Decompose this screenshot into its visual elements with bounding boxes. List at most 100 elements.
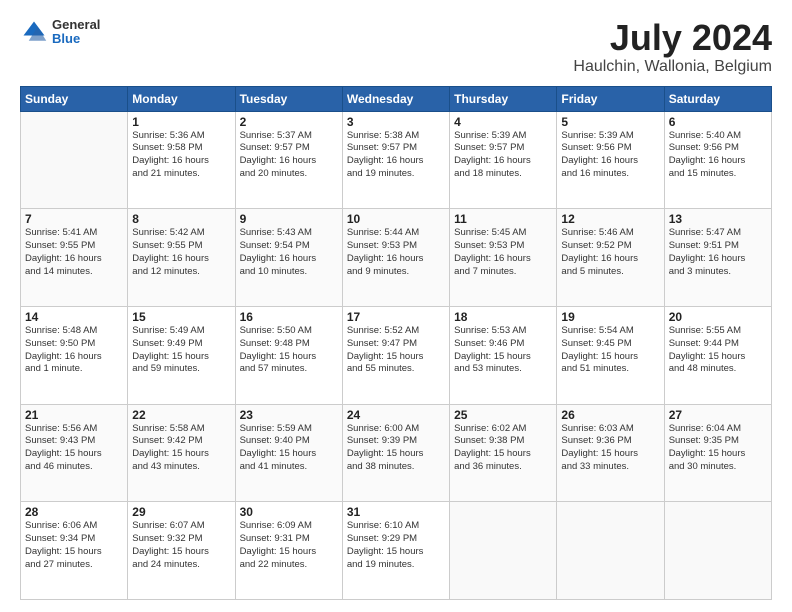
day-info: Sunrise: 6:10 AM Sunset: 9:29 PM Dayligh… <box>347 520 445 571</box>
logo: General Blue <box>20 18 100 47</box>
calendar-cell: 13Sunrise: 5:47 AM Sunset: 9:51 PM Dayli… <box>664 209 771 307</box>
logo-general: General <box>52 18 100 32</box>
day-info: Sunrise: 5:45 AM Sunset: 9:53 PM Dayligh… <box>454 227 552 278</box>
day-info: Sunrise: 5:43 AM Sunset: 9:54 PM Dayligh… <box>240 227 338 278</box>
subtitle: Haulchin, Wallonia, Belgium <box>573 58 772 76</box>
day-number: 18 <box>454 310 552 324</box>
day-number: 31 <box>347 505 445 519</box>
day-info: Sunrise: 5:47 AM Sunset: 9:51 PM Dayligh… <box>669 227 767 278</box>
logo-text: General Blue <box>52 18 100 47</box>
day-number: 12 <box>561 212 659 226</box>
day-number: 24 <box>347 408 445 422</box>
day-info: Sunrise: 6:06 AM Sunset: 9:34 PM Dayligh… <box>25 520 123 571</box>
day-number: 5 <box>561 115 659 129</box>
day-number: 9 <box>240 212 338 226</box>
calendar-cell: 25Sunrise: 6:02 AM Sunset: 9:38 PM Dayli… <box>450 404 557 502</box>
col-header-friday: Friday <box>557 86 664 111</box>
col-header-saturday: Saturday <box>664 86 771 111</box>
calendar-header-row: SundayMondayTuesdayWednesdayThursdayFrid… <box>21 86 772 111</box>
calendar-cell: 18Sunrise: 5:53 AM Sunset: 9:46 PM Dayli… <box>450 306 557 404</box>
calendar-cell: 31Sunrise: 6:10 AM Sunset: 9:29 PM Dayli… <box>342 502 449 600</box>
day-info: Sunrise: 6:09 AM Sunset: 9:31 PM Dayligh… <box>240 520 338 571</box>
day-number: 27 <box>669 408 767 422</box>
day-number: 10 <box>347 212 445 226</box>
day-number: 11 <box>454 212 552 226</box>
day-info: Sunrise: 6:04 AM Sunset: 9:35 PM Dayligh… <box>669 423 767 474</box>
day-info: Sunrise: 5:39 AM Sunset: 9:57 PM Dayligh… <box>454 130 552 181</box>
calendar-cell: 7Sunrise: 5:41 AM Sunset: 9:55 PM Daylig… <box>21 209 128 307</box>
calendar-cell: 4Sunrise: 5:39 AM Sunset: 9:57 PM Daylig… <box>450 111 557 209</box>
day-info: Sunrise: 5:54 AM Sunset: 9:45 PM Dayligh… <box>561 325 659 376</box>
page: General Blue July 2024 Haulchin, Walloni… <box>0 0 792 612</box>
day-number: 1 <box>132 115 230 129</box>
day-number: 20 <box>669 310 767 324</box>
week-row-4: 21Sunrise: 5:56 AM Sunset: 9:43 PM Dayli… <box>21 404 772 502</box>
day-number: 16 <box>240 310 338 324</box>
calendar-cell: 27Sunrise: 6:04 AM Sunset: 9:35 PM Dayli… <box>664 404 771 502</box>
calendar-cell: 1Sunrise: 5:36 AM Sunset: 9:58 PM Daylig… <box>128 111 235 209</box>
day-info: Sunrise: 6:07 AM Sunset: 9:32 PM Dayligh… <box>132 520 230 571</box>
day-info: Sunrise: 5:59 AM Sunset: 9:40 PM Dayligh… <box>240 423 338 474</box>
calendar-cell: 6Sunrise: 5:40 AM Sunset: 9:56 PM Daylig… <box>664 111 771 209</box>
day-number: 13 <box>669 212 767 226</box>
header: General Blue July 2024 Haulchin, Walloni… <box>20 18 772 76</box>
logo-blue: Blue <box>52 32 100 46</box>
day-number: 15 <box>132 310 230 324</box>
calendar-cell: 3Sunrise: 5:38 AM Sunset: 9:57 PM Daylig… <box>342 111 449 209</box>
day-number: 21 <box>25 408 123 422</box>
calendar-cell: 26Sunrise: 6:03 AM Sunset: 9:36 PM Dayli… <box>557 404 664 502</box>
col-header-tuesday: Tuesday <box>235 86 342 111</box>
day-info: Sunrise: 5:38 AM Sunset: 9:57 PM Dayligh… <box>347 130 445 181</box>
day-number: 3 <box>347 115 445 129</box>
day-number: 4 <box>454 115 552 129</box>
day-info: Sunrise: 5:42 AM Sunset: 9:55 PM Dayligh… <box>132 227 230 278</box>
calendar-cell: 21Sunrise: 5:56 AM Sunset: 9:43 PM Dayli… <box>21 404 128 502</box>
day-number: 8 <box>132 212 230 226</box>
calendar-cell: 29Sunrise: 6:07 AM Sunset: 9:32 PM Dayli… <box>128 502 235 600</box>
day-info: Sunrise: 5:48 AM Sunset: 9:50 PM Dayligh… <box>25 325 123 376</box>
logo-icon <box>20 18 48 46</box>
col-header-sunday: Sunday <box>21 86 128 111</box>
calendar-cell: 10Sunrise: 5:44 AM Sunset: 9:53 PM Dayli… <box>342 209 449 307</box>
day-info: Sunrise: 5:49 AM Sunset: 9:49 PM Dayligh… <box>132 325 230 376</box>
calendar-cell: 19Sunrise: 5:54 AM Sunset: 9:45 PM Dayli… <box>557 306 664 404</box>
day-number: 26 <box>561 408 659 422</box>
calendar-cell: 12Sunrise: 5:46 AM Sunset: 9:52 PM Dayli… <box>557 209 664 307</box>
day-info: Sunrise: 5:58 AM Sunset: 9:42 PM Dayligh… <box>132 423 230 474</box>
calendar-cell: 11Sunrise: 5:45 AM Sunset: 9:53 PM Dayli… <box>450 209 557 307</box>
calendar-cell: 5Sunrise: 5:39 AM Sunset: 9:56 PM Daylig… <box>557 111 664 209</box>
day-number: 28 <box>25 505 123 519</box>
day-info: Sunrise: 5:55 AM Sunset: 9:44 PM Dayligh… <box>669 325 767 376</box>
calendar-cell: 28Sunrise: 6:06 AM Sunset: 9:34 PM Dayli… <box>21 502 128 600</box>
day-info: Sunrise: 5:56 AM Sunset: 9:43 PM Dayligh… <box>25 423 123 474</box>
col-header-monday: Monday <box>128 86 235 111</box>
calendar-cell: 14Sunrise: 5:48 AM Sunset: 9:50 PM Dayli… <box>21 306 128 404</box>
day-number: 17 <box>347 310 445 324</box>
day-info: Sunrise: 5:37 AM Sunset: 9:57 PM Dayligh… <box>240 130 338 181</box>
day-info: Sunrise: 5:46 AM Sunset: 9:52 PM Dayligh… <box>561 227 659 278</box>
week-row-2: 7Sunrise: 5:41 AM Sunset: 9:55 PM Daylig… <box>21 209 772 307</box>
day-info: Sunrise: 5:40 AM Sunset: 9:56 PM Dayligh… <box>669 130 767 181</box>
day-info: Sunrise: 5:39 AM Sunset: 9:56 PM Dayligh… <box>561 130 659 181</box>
day-info: Sunrise: 5:50 AM Sunset: 9:48 PM Dayligh… <box>240 325 338 376</box>
day-info: Sunrise: 5:41 AM Sunset: 9:55 PM Dayligh… <box>25 227 123 278</box>
day-number: 7 <box>25 212 123 226</box>
day-number: 23 <box>240 408 338 422</box>
calendar-cell: 8Sunrise: 5:42 AM Sunset: 9:55 PM Daylig… <box>128 209 235 307</box>
calendar-cell: 20Sunrise: 5:55 AM Sunset: 9:44 PM Dayli… <box>664 306 771 404</box>
day-number: 29 <box>132 505 230 519</box>
day-number: 19 <box>561 310 659 324</box>
day-number: 14 <box>25 310 123 324</box>
day-info: Sunrise: 6:03 AM Sunset: 9:36 PM Dayligh… <box>561 423 659 474</box>
day-info: Sunrise: 5:52 AM Sunset: 9:47 PM Dayligh… <box>347 325 445 376</box>
calendar-cell: 30Sunrise: 6:09 AM Sunset: 9:31 PM Dayli… <box>235 502 342 600</box>
calendar-cell: 23Sunrise: 5:59 AM Sunset: 9:40 PM Dayli… <box>235 404 342 502</box>
calendar-cell: 2Sunrise: 5:37 AM Sunset: 9:57 PM Daylig… <box>235 111 342 209</box>
week-row-3: 14Sunrise: 5:48 AM Sunset: 9:50 PM Dayli… <box>21 306 772 404</box>
col-header-thursday: Thursday <box>450 86 557 111</box>
calendar-cell: 15Sunrise: 5:49 AM Sunset: 9:49 PM Dayli… <box>128 306 235 404</box>
day-info: Sunrise: 5:36 AM Sunset: 9:58 PM Dayligh… <box>132 130 230 181</box>
day-number: 25 <box>454 408 552 422</box>
day-number: 30 <box>240 505 338 519</box>
day-info: Sunrise: 6:02 AM Sunset: 9:38 PM Dayligh… <box>454 423 552 474</box>
